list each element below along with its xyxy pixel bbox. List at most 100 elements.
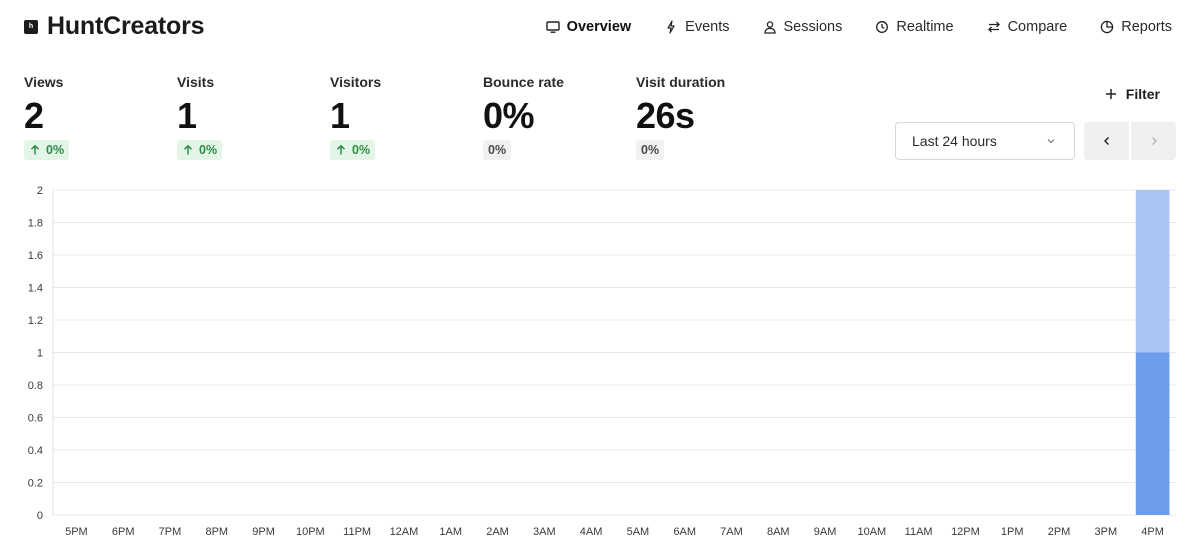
y-tick-label: 0.4: [28, 445, 43, 457]
date-range-select[interactable]: Last 24 hours: [895, 122, 1075, 160]
y-tick-label: 1.6: [28, 250, 43, 262]
y-tick-label: 1.4: [28, 283, 43, 295]
brand-logo-icon: h: [24, 19, 38, 34]
metrics-bar: Views 2 0% Visits 1 0% Visitors 1 0% Bou…: [24, 74, 784, 164]
metric-change-value: 0%: [488, 143, 507, 157]
chart-bars: [1135, 190, 1170, 515]
metric-label: Bounce rate: [483, 74, 564, 90]
chart-svg: 0 0.2 0.4 0.6 0.8 1 1.2 1.4 1.6 1.8 2 5PM 6PM 7PM 8PM…: [28, 185, 1176, 538]
x-tick-label: 5AM: [627, 526, 650, 538]
metric-views[interactable]: Views 2 0%: [24, 74, 70, 161]
metric-bounce-rate[interactable]: Bounce rate 0% 0%: [483, 74, 564, 160]
brand-name: HuntCreators: [47, 12, 205, 40]
nav-overview[interactable]: Overview: [545, 16, 632, 38]
metric-value: 1: [177, 95, 197, 136]
x-tick-label: 11AM: [905, 526, 933, 538]
metric-visitors[interactable]: Visitors 1 0%: [330, 74, 381, 161]
metric-value: 1: [330, 95, 350, 136]
metric-change-badge: 0%: [24, 140, 70, 160]
nav-events[interactable]: Events: [664, 16, 730, 38]
filter-label: Filter: [1125, 86, 1160, 102]
x-tick-label: 11PM: [343, 526, 371, 538]
metric-change-badge: 0%: [636, 140, 665, 160]
pageviews-chart: 0 0.2 0.4 0.6 0.8 1 1.2 1.4 1.6 1.8 2 5PM 6PM 7PM 8PM…: [0, 176, 1200, 548]
x-tick-label: 2PM: [1048, 526, 1071, 538]
metric-change-value: 0%: [352, 143, 371, 157]
x-tick-label: 4PM: [1141, 526, 1164, 538]
x-tick-label: 6AM: [673, 526, 696, 538]
x-tick-label: 8AM: [767, 526, 790, 538]
x-tick-label: 6PM: [112, 526, 135, 538]
nav-realtime[interactable]: Realtime: [875, 16, 954, 38]
user-icon: [763, 20, 777, 34]
x-tick-label: 9AM: [814, 526, 837, 538]
metric-change-value: 0%: [199, 143, 218, 157]
nav-sessions[interactable]: Sessions: [763, 16, 842, 38]
main-nav: Overview Events Sessions Realtime Compar…: [513, 16, 1172, 38]
lightning-icon: [664, 20, 678, 34]
metric-label: Visit duration: [636, 74, 726, 90]
chevron-down-icon: [1046, 136, 1056, 146]
metric-change-value: 0%: [641, 143, 660, 157]
chevron-left-icon: [1103, 137, 1109, 145]
bar-segment: [1135, 352, 1170, 515]
x-tick-label: 1PM: [1001, 526, 1024, 538]
metric-label: Visitors: [330, 74, 382, 90]
date-range-value: Last 24 hours: [912, 133, 997, 149]
arrow-up-icon: [182, 144, 194, 156]
x-tick-label: 9PM: [252, 526, 275, 538]
nav-overview-label: Overview: [566, 19, 632, 35]
x-tick-label: 3AM: [533, 526, 556, 538]
bar-segment: [1135, 190, 1170, 353]
metric-visit-duration[interactable]: Visit duration 26s 0%: [636, 74, 725, 160]
y-tick-label: 0.2: [28, 478, 43, 490]
x-tick-label: 4AM: [580, 526, 603, 538]
y-tick-label: 0: [37, 510, 43, 522]
nav-reports[interactable]: Reports: [1100, 16, 1172, 38]
chart-grid: [52, 189, 1176, 516]
metric-change-badge: 0%: [483, 140, 512, 160]
y-tick-label: 0.8: [28, 380, 43, 392]
x-tick-label: 7AM: [720, 526, 743, 538]
x-tick-label: 3PM: [1095, 526, 1118, 538]
metric-value: 26s: [636, 95, 695, 136]
arrow-up-icon: [29, 144, 41, 156]
nav-compare-label: Compare: [1007, 19, 1068, 35]
y-tick-label: 1: [37, 348, 43, 360]
x-tick-label: 7PM: [159, 526, 182, 538]
chevron-right-icon: [1151, 137, 1157, 145]
x-tick-label: 1AM: [439, 526, 462, 538]
x-tick-label: 12AM: [390, 526, 419, 538]
date-pager: [1084, 122, 1176, 160]
previous-period-button[interactable]: [1084, 122, 1129, 160]
nav-compare[interactable]: Compare: [987, 16, 1068, 38]
metric-label: Visits: [177, 74, 215, 90]
y-tick-label: 1.2: [28, 315, 43, 327]
pie-icon: [1100, 20, 1114, 34]
metric-value: 0%: [483, 95, 535, 136]
y-axis-labels: 0 0.2 0.4 0.6 0.8 1 1.2 1.4 1.6 1.8 2: [28, 185, 43, 522]
monitor-icon: [545, 20, 560, 34]
plus-icon: [1104, 87, 1118, 101]
filter-button[interactable]: Filter: [1104, 86, 1160, 102]
metric-visits[interactable]: Visits 1 0%: [177, 74, 223, 161]
x-axis-labels: 5PM 6PM 7PM 8PM 9PM 10PM 11PM 12AM 1AM 2AM 3AM 4AM 5…: [65, 526, 1164, 538]
metric-change-value: 0%: [46, 143, 65, 157]
x-tick-label: 5PM: [65, 526, 88, 538]
swap-icon: [987, 20, 1001, 34]
nav-reports-label: Reports: [1121, 19, 1172, 35]
clock-icon: [875, 20, 889, 34]
nav-realtime-label: Realtime: [896, 19, 954, 35]
y-tick-label: 2: [37, 185, 43, 197]
y-tick-label: 1.8: [28, 218, 43, 230]
metric-value: 2: [24, 95, 44, 136]
brand[interactable]: h HuntCreators: [24, 12, 205, 41]
x-tick-label: 10PM: [296, 526, 325, 538]
nav-events-label: Events: [685, 19, 730, 35]
next-period-button[interactable]: [1131, 122, 1176, 160]
arrow-up-icon: [335, 144, 347, 156]
x-tick-label: 10AM: [857, 526, 886, 538]
x-tick-label: 12PM: [951, 526, 980, 538]
y-tick-label: 0.6: [28, 413, 43, 425]
x-tick-label: 8PM: [205, 526, 228, 538]
